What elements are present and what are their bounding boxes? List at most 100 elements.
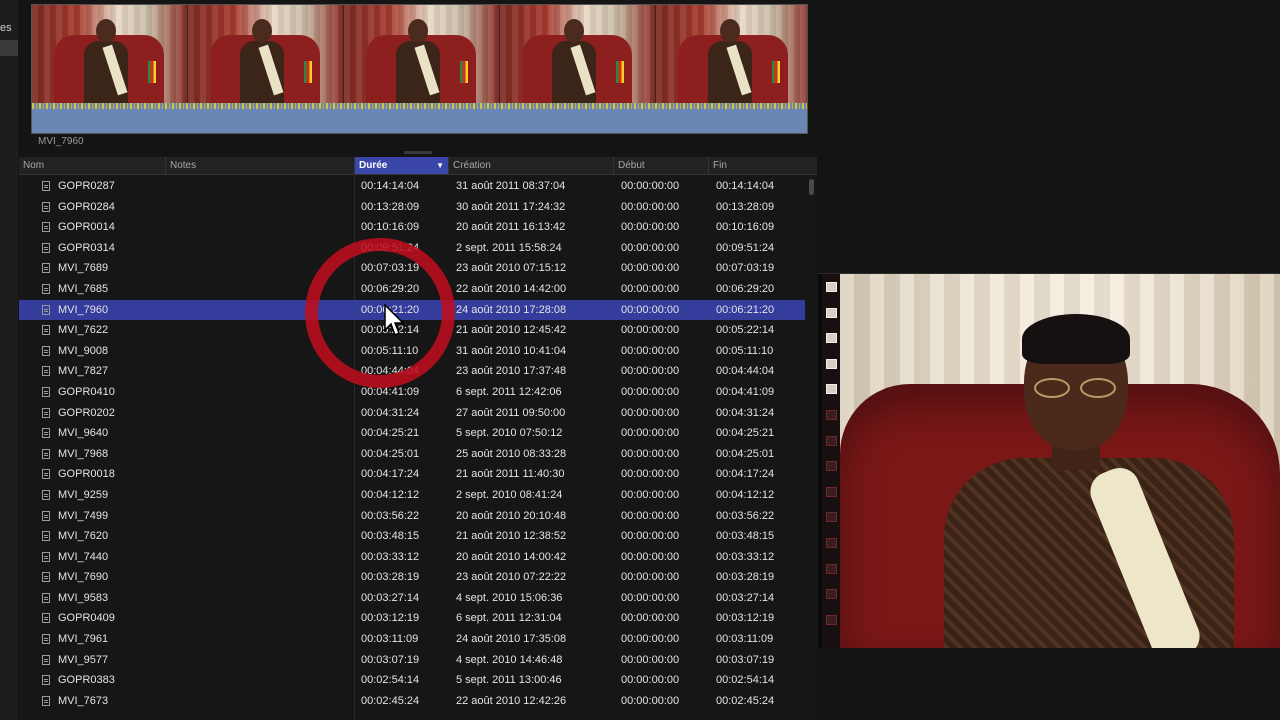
video-viewer[interactable] bbox=[818, 273, 1280, 648]
end-cell: 00:02:45:24 bbox=[716, 694, 775, 707]
clip-name-cell: GOPR0409 bbox=[58, 612, 115, 625]
end-cell: 00:03:48:15 bbox=[716, 530, 775, 543]
clip-row[interactable]: MVI_7690 00:03:28:19 23 août 2010 07:22:22… bbox=[19, 567, 805, 588]
film-clip-icon bbox=[42, 695, 50, 706]
duration-cell: 00:04:25:21 bbox=[361, 427, 420, 440]
clip-row[interactable]: MVI_7673 00:02:45:24 22 août 2010 12:42:26… bbox=[19, 691, 805, 712]
start-cell: 00:00:00:00 bbox=[621, 262, 680, 275]
clip-name-cell: MVI_7690 bbox=[58, 571, 109, 584]
creation-cell: 27 août 2011 09:50:00 bbox=[456, 406, 566, 419]
pane-resize-handle[interactable] bbox=[404, 151, 432, 154]
clip-row[interactable]: GOPR0410 00:04:41:09 6 sept. 2011 12:42:06… bbox=[19, 382, 805, 403]
clip-row[interactable]: GOPR0014 00:10:16:09 20 août 2011 16:13:42… bbox=[19, 217, 805, 238]
clip-row[interactable]: MVI_7961 00:03:11:09 24 août 2010 17:35:08… bbox=[19, 629, 805, 650]
end-cell: 00:03:07:19 bbox=[716, 653, 775, 666]
clip-name-cell: MVI_7960 bbox=[58, 303, 109, 316]
start-cell: 00:00:00:00 bbox=[621, 674, 680, 687]
clip-row[interactable]: MVI_7620 00:03:48:15 21 août 2010 12:38:52… bbox=[19, 526, 805, 547]
sidebar-selected-item[interactable] bbox=[0, 40, 18, 56]
filmstrip-clip-name: MVI_7960 bbox=[38, 136, 84, 147]
column-header-name[interactable]: Nom bbox=[19, 157, 165, 174]
end-cell: 00:13:28:09 bbox=[716, 200, 775, 213]
clip-row[interactable]: MVI_7499 00:03:56:22 20 août 2010 20:10:48… bbox=[19, 506, 805, 527]
clip-row[interactable]: GOPR0383 00:02:54:14 5 sept. 2011 13:00:46… bbox=[19, 670, 805, 691]
creation-cell: 23 août 2010 07:15:12 bbox=[456, 262, 567, 275]
filmstrip-frame bbox=[188, 5, 344, 103]
viewer-frame-image bbox=[840, 274, 1280, 648]
clip-name-cell: MVI_7685 bbox=[58, 282, 109, 295]
clip-row[interactable]: GOPR0018 00:04:17:24 21 août 2011 11:40:30… bbox=[19, 464, 805, 485]
clip-row[interactable]: GOPR0284 00:13:28:09 30 août 2011 17:24:32… bbox=[19, 197, 805, 218]
end-cell: 00:10:16:09 bbox=[716, 221, 775, 234]
film-clip-icon bbox=[42, 242, 50, 253]
film-clip-icon bbox=[42, 263, 50, 274]
creation-cell: 6 sept. 2011 12:31:04 bbox=[456, 612, 562, 625]
clip-filmstrip[interactable] bbox=[31, 4, 808, 134]
clip-name-cell: MVI_7620 bbox=[58, 530, 109, 543]
browser-list-view[interactable]: Nom Notes Durée ▼ Création Début Fin GOPR… bbox=[19, 157, 817, 720]
mouse-pointer-icon bbox=[384, 304, 405, 337]
creation-cell: 20 août 2011 16:13:42 bbox=[456, 221, 566, 234]
column-header-start[interactable]: Début bbox=[613, 157, 708, 174]
film-clip-icon bbox=[42, 325, 50, 336]
start-cell: 00:00:00:00 bbox=[621, 612, 680, 625]
duration-cell: 00:04:12:12 bbox=[361, 488, 420, 501]
start-cell: 00:00:00:00 bbox=[621, 633, 680, 646]
sprocket-hole bbox=[826, 486, 837, 497]
clip-name-cell: MVI_9577 bbox=[58, 653, 109, 666]
clip-row[interactable]: MVI_9640 00:04:25:21 5 sept. 2010 07:50:12… bbox=[19, 423, 805, 444]
clip-row[interactable]: GOPR0409 00:03:12:19 6 sept. 2011 12:31:04… bbox=[19, 608, 805, 629]
sprocket-hole bbox=[826, 563, 837, 574]
clip-name-cell: GOPR0202 bbox=[58, 406, 115, 419]
end-cell: 00:09:51:24 bbox=[716, 241, 775, 254]
click-highlight-ring bbox=[305, 238, 455, 388]
sprocket-hole bbox=[826, 512, 837, 523]
film-clip-icon bbox=[42, 407, 50, 418]
library-sidebar-edge: es bbox=[0, 0, 18, 720]
filmstrip-frame bbox=[500, 5, 656, 103]
clip-row[interactable]: MVI_9577 00:03:07:19 4 sept. 2010 14:46:48… bbox=[19, 650, 805, 671]
duration-cell: 00:03:12:19 bbox=[361, 612, 420, 625]
column-header-duration[interactable]: Durée ▼ bbox=[354, 157, 448, 174]
creation-cell: 21 août 2010 12:38:52 bbox=[456, 530, 567, 543]
start-cell: 00:00:00:00 bbox=[621, 591, 680, 604]
clip-row[interactable]: MVI_7440 00:03:33:12 20 août 2010 14:00:42… bbox=[19, 547, 805, 568]
clip-name-cell: MVI_7689 bbox=[58, 262, 109, 275]
film-clip-icon bbox=[42, 345, 50, 356]
duration-cell: 00:03:11:09 bbox=[361, 633, 419, 646]
clip-row[interactable]: MVI_7968 00:04:25:01 25 août 2010 08:33:28… bbox=[19, 444, 805, 465]
column-header-notes[interactable]: Notes bbox=[165, 157, 354, 174]
sort-descending-icon: ▼ bbox=[436, 161, 444, 170]
clip-row[interactable]: GOPR0202 00:04:31:24 27 août 2011 09:50:00… bbox=[19, 403, 805, 424]
sprocket-hole bbox=[826, 461, 837, 472]
end-cell: 00:04:17:24 bbox=[716, 468, 775, 481]
end-cell: 00:03:27:14 bbox=[716, 591, 775, 604]
end-cell: 00:04:25:01 bbox=[716, 447, 775, 460]
duration-cell: 00:10:16:09 bbox=[361, 221, 420, 234]
start-cell: 00:00:00:00 bbox=[621, 200, 680, 213]
clip-row[interactable]: GOPR0287 00:14:14:04 31 août 2011 08:37:04… bbox=[19, 176, 805, 197]
film-clip-icon bbox=[42, 304, 50, 315]
end-cell: 00:03:56:22 bbox=[716, 509, 775, 522]
clip-name-cell: MVI_9259 bbox=[58, 488, 109, 501]
start-cell: 00:00:00:00 bbox=[621, 427, 680, 440]
end-cell: 00:02:54:14 bbox=[716, 674, 775, 687]
start-cell: 00:00:00:00 bbox=[621, 180, 680, 192]
duration-cell: 00:03:48:15 bbox=[361, 530, 420, 543]
list-scrollbar[interactable] bbox=[809, 179, 814, 195]
clip-row[interactable]: MVI_9583 00:03:27:14 4 sept. 2010 15:06:36… bbox=[19, 588, 805, 609]
start-cell: 00:00:00:00 bbox=[621, 509, 680, 522]
end-cell: 00:06:21:20 bbox=[716, 303, 775, 316]
end-cell: 00:04:25:21 bbox=[716, 427, 775, 440]
filmstrip-frame bbox=[344, 5, 500, 103]
start-cell: 00:00:00:00 bbox=[621, 468, 680, 481]
film-clip-icon bbox=[42, 592, 50, 603]
column-header-end[interactable]: Fin bbox=[708, 157, 817, 174]
film-clip-icon bbox=[42, 448, 50, 459]
clip-name-cell: MVI_7827 bbox=[58, 365, 109, 378]
start-cell: 00:00:00:00 bbox=[621, 406, 680, 419]
sprocket-hole bbox=[826, 435, 837, 446]
clip-row[interactable]: MVI_9259 00:04:12:12 2 sept. 2010 08:41:24… bbox=[19, 485, 805, 506]
film-clip-icon bbox=[42, 634, 50, 645]
column-header-creation[interactable]: Création bbox=[448, 157, 613, 174]
